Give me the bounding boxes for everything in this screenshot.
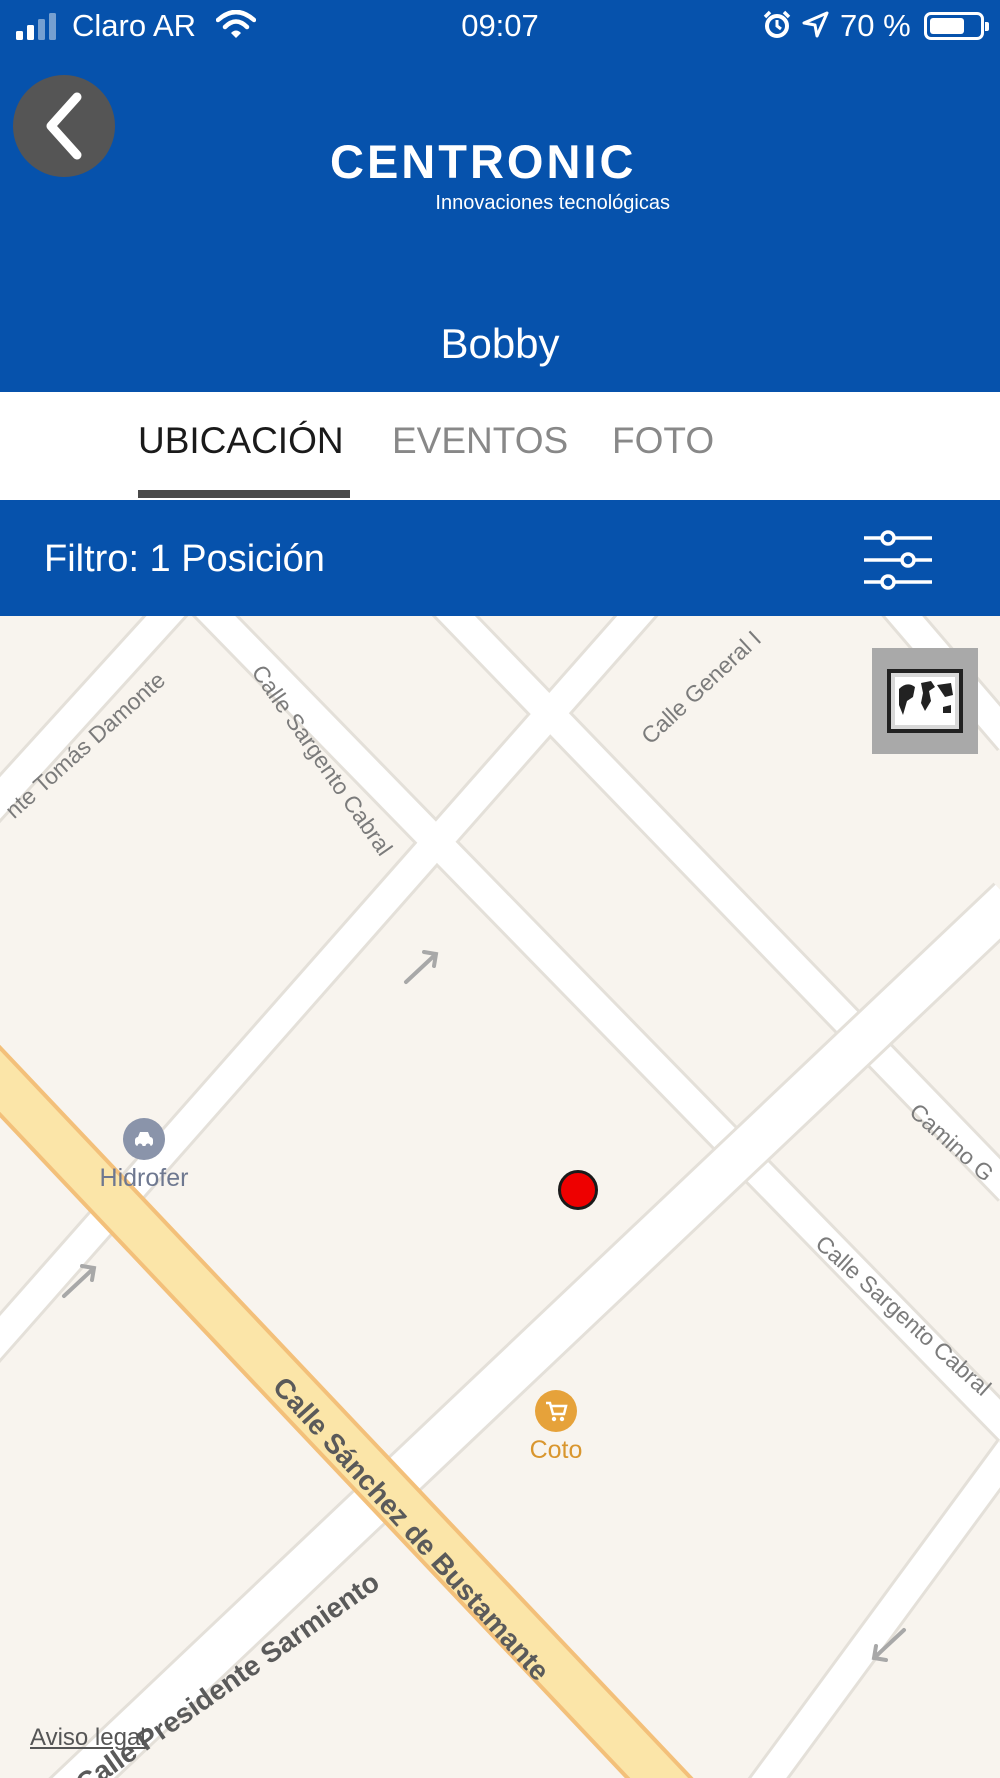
- logo-tagline: Innovaciones tecnológicas: [435, 192, 670, 214]
- status-bar: Claro AR 09:07 70 %: [0, 0, 1000, 50]
- tab-bar: UBICACIÓN EVENTOS FOTO: [0, 392, 1000, 500]
- filter-label: Filtro: 1 Posición: [44, 538, 325, 580]
- sliders-icon: [864, 530, 932, 590]
- battery-fill: [930, 18, 964, 34]
- app-header: CENTRONIC Innovaciones tecnológicas Bobb…: [0, 50, 1000, 392]
- poi-label-hidrofer: Hidrofer: [99, 1164, 189, 1192]
- tab-eventos[interactable]: EVENTOS: [392, 420, 568, 462]
- tab-ubicacion[interactable]: UBICACIÓN: [138, 420, 344, 462]
- tab-foto[interactable]: FOTO: [612, 420, 714, 462]
- world-map-icon: [887, 669, 963, 733]
- shopping-cart-icon: [535, 1390, 577, 1432]
- position-marker[interactable]: [558, 1170, 598, 1210]
- alarm-icon: [763, 10, 791, 38]
- legal-link[interactable]: Aviso legal: [30, 1724, 146, 1752]
- map-view[interactable]: nte Tomás Damonte Calle Sargento Cabral …: [0, 616, 1000, 1778]
- logo-brand: CENTRONIC: [330, 135, 637, 188]
- back-button[interactable]: [13, 75, 115, 177]
- poi-label-coto: Coto: [529, 1436, 583, 1464]
- location-arrow-icon: [802, 11, 829, 38]
- car-wash-icon: [123, 1118, 165, 1160]
- chevron-left-icon: [46, 92, 82, 160]
- active-tab-indicator: [138, 490, 350, 498]
- poi-hidrofer[interactable]: Hidrofer: [84, 1118, 204, 1193]
- battery-icon: [924, 12, 989, 40]
- device-name: Bobby: [440, 320, 560, 367]
- map-type-button[interactable]: [872, 648, 978, 754]
- centronic-logo: CENTRONIC Innovaciones tecnológicas: [330, 138, 670, 215]
- poi-coto[interactable]: Coto: [504, 1390, 608, 1465]
- filter-bar: Filtro: 1 Posición: [0, 500, 1000, 616]
- filter-button[interactable]: [852, 528, 942, 592]
- battery-percent: 70 %: [840, 8, 911, 43]
